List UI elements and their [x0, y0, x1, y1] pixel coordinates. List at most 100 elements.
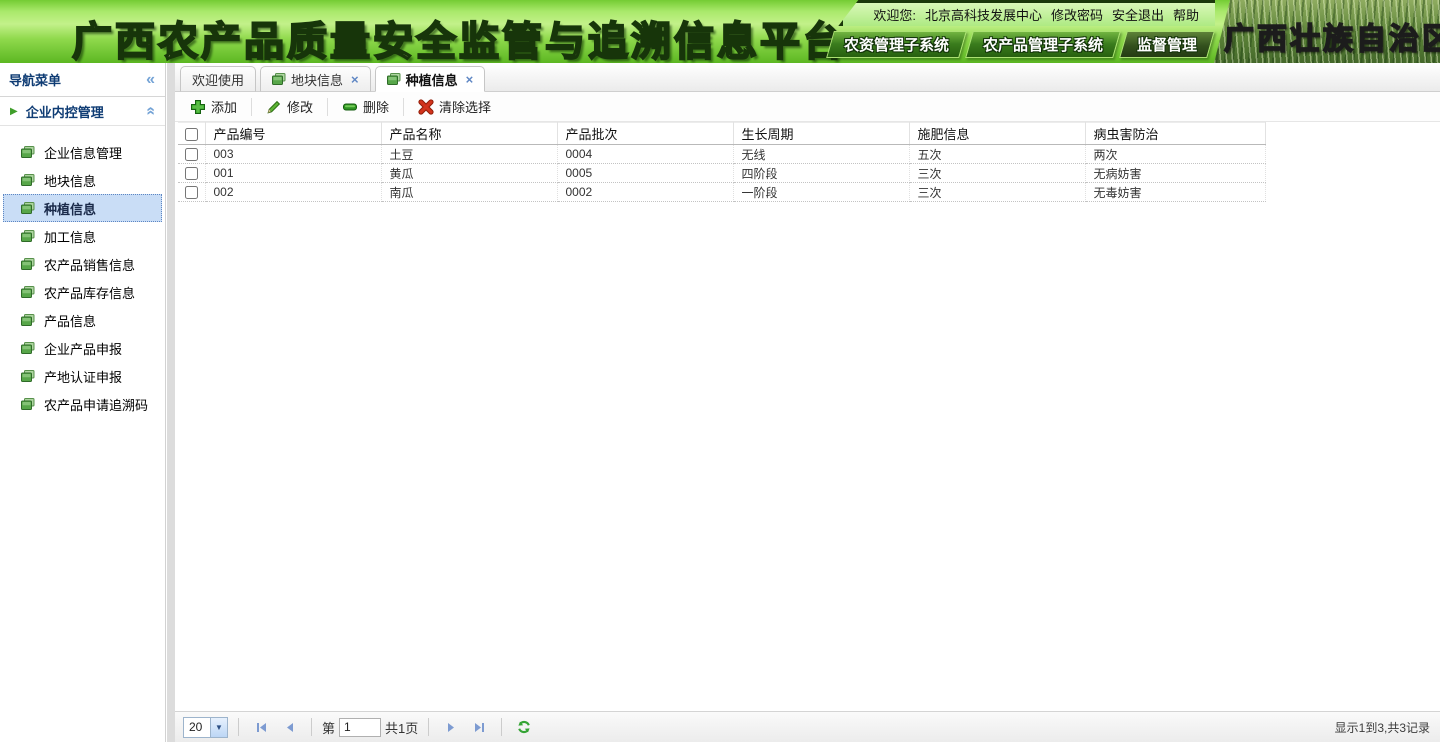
sidebar-item-plot-info[interactable]: 地块信息 — [0, 166, 165, 194]
table-header-row: 产品编号 产品名称 产品批次 生长周期 施肥信息 病虫害防治 — [178, 123, 1265, 145]
subsystem-tab-label: 农产品管理子系统 — [983, 34, 1103, 55]
tab-welcome[interactable]: 欢迎使用 — [180, 66, 256, 92]
last-page-button[interactable] — [467, 716, 491, 738]
column-header-pest-control[interactable]: 病虫害防治 — [1085, 123, 1265, 145]
column-header-fertilization[interactable]: 施肥信息 — [909, 123, 1085, 145]
close-icon[interactable]: × — [351, 72, 359, 87]
accordion-collapse-icon[interactable]: « — [143, 107, 159, 116]
next-page-button[interactable] — [439, 716, 463, 738]
cell-growth-cycle: 无线 — [733, 145, 909, 164]
tab-plot-info[interactable]: 地块信息 × — [260, 66, 371, 92]
refresh-button[interactable] — [512, 716, 536, 738]
row-checkbox[interactable] — [185, 186, 198, 199]
main-content: 欢迎使用 地块信息 × 种植信息 × 添加 修改 — [175, 63, 1440, 742]
chevron-down-icon: ▼ — [210, 718, 227, 737]
cell-product-batch: 0004 — [557, 145, 733, 164]
folder-icon — [21, 370, 35, 382]
nav-panel-title: 导航菜单 — [9, 70, 61, 89]
logout-link[interactable]: 安全退出 — [1112, 5, 1164, 24]
column-header-product-name[interactable]: 产品名称 — [381, 123, 557, 145]
folder-icon — [21, 230, 35, 242]
tab-label: 种植信息 — [406, 70, 458, 89]
select-all-checkbox[interactable] — [185, 128, 198, 141]
delete-button[interactable]: 删除 — [333, 95, 398, 119]
tab-planting-info[interactable]: 种植信息 × — [375, 66, 486, 92]
sidebar-item-label: 地块信息 — [44, 171, 96, 190]
table-row[interactable]: 002 南瓜 0002 一阶段 三次 无毒妨害 — [178, 183, 1265, 202]
cell-product-code: 001 — [205, 164, 381, 183]
table-row[interactable]: 001 黄瓜 0005 四阶段 三次 无病妨害 — [178, 164, 1265, 183]
content-tabbar: 欢迎使用 地块信息 × 种植信息 × — [175, 63, 1440, 92]
column-header-product-code[interactable]: 产品编号 — [205, 123, 381, 145]
tab-label: 欢迎使用 — [192, 70, 244, 89]
product-table: 产品编号 产品名称 产品批次 生长周期 施肥信息 病虫害防治 003 土豆 00… — [178, 122, 1266, 202]
folder-icon — [272, 73, 286, 85]
first-page-icon — [255, 721, 268, 734]
add-icon — [190, 99, 206, 115]
cell-pest-control: 两次 — [1085, 145, 1265, 164]
org-name: 北京高科技发展中心 — [925, 5, 1042, 24]
pager-separator — [428, 718, 429, 736]
subsystem-tab-supervision[interactable]: 监督管理 — [1119, 31, 1215, 58]
page-size-value: 20 — [184, 720, 210, 734]
sidebar-item-enterprise-info[interactable]: 企业信息管理 — [0, 138, 165, 166]
edit-button[interactable]: 修改 — [257, 95, 322, 119]
row-checkbox[interactable] — [185, 167, 198, 180]
sidebar-item-processing-info[interactable]: 加工信息 — [0, 222, 165, 250]
delete-icon — [342, 99, 358, 115]
sidebar-item-product-declaration[interactable]: 企业产品申报 — [0, 334, 165, 362]
accordion-header-internal-control[interactable]: ▶ 企业内控管理 « — [0, 97, 165, 126]
subsystem-tabs: 农资管理子系统 农产品管理子系统 监督管理 — [830, 31, 1211, 58]
edit-icon — [266, 99, 282, 115]
cell-product-name: 黄瓜 — [381, 164, 557, 183]
clear-selection-button[interactable]: 清除选择 — [409, 95, 500, 119]
folder-icon — [21, 314, 35, 326]
sidebar-item-trace-code-request[interactable]: 农产品申请追溯码 — [0, 390, 165, 418]
column-header-product-batch[interactable]: 产品批次 — [557, 123, 733, 145]
subsystem-tab-agri-materials[interactable]: 农资管理子系统 — [826, 31, 967, 58]
cell-fertilization: 五次 — [909, 145, 1085, 164]
cell-product-name: 南瓜 — [381, 183, 557, 202]
prev-page-icon — [283, 721, 296, 734]
folder-icon — [21, 286, 35, 298]
table-row[interactable]: 003 土豆 0004 无线 五次 两次 — [178, 145, 1265, 164]
welcome-prefix: 欢迎您: — [873, 5, 916, 24]
toolbar-separator — [251, 98, 252, 116]
page-number-input[interactable] — [339, 718, 381, 737]
close-icon[interactable]: × — [466, 72, 474, 87]
first-page-button[interactable] — [249, 716, 273, 738]
folder-icon — [21, 342, 35, 354]
button-label: 删除 — [363, 97, 389, 116]
clear-selection-icon — [418, 99, 434, 115]
button-label: 修改 — [287, 97, 313, 116]
change-password-link[interactable]: 修改密码 — [1051, 5, 1103, 24]
expand-arrow-icon: ▶ — [10, 106, 18, 117]
sidebar-item-planting-info[interactable]: 种植信息 — [3, 194, 162, 222]
wheat-field-photo: 广西壮族自治区 — [1214, 0, 1440, 63]
sidebar-item-origin-certification[interactable]: 产地认证申报 — [0, 362, 165, 390]
pagination-bar: 20 ▼ 第 共1页 显示1到3, — [175, 711, 1440, 742]
next-page-icon — [445, 721, 458, 734]
app-header: 广西农产品质量安全监管与追溯信息平台 欢迎您: 北京高科技发展中心 修改密码 安… — [0, 0, 1440, 63]
page-size-select[interactable]: 20 ▼ — [183, 717, 228, 738]
sidebar-item-product-info[interactable]: 产品信息 — [0, 306, 165, 334]
column-header-growth-cycle[interactable]: 生长周期 — [733, 123, 909, 145]
add-button[interactable]: 添加 — [181, 95, 246, 119]
row-checkbox[interactable] — [185, 148, 198, 161]
sidebar-item-inventory-info[interactable]: 农产品库存信息 — [0, 278, 165, 306]
cell-growth-cycle: 四阶段 — [733, 164, 909, 183]
sidebar-collapse-icon[interactable]: « — [146, 72, 155, 88]
folder-icon — [21, 398, 35, 410]
last-page-icon — [473, 721, 486, 734]
navigation-sidebar: 导航菜单 « ▶ 企业内控管理 « 企业信息管理 地块信息 种植信息 加工信息 — [0, 63, 166, 742]
subsystem-tab-agri-products[interactable]: 农产品管理子系统 — [965, 31, 1121, 58]
prev-page-button[interactable] — [277, 716, 301, 738]
cell-product-code: 002 — [205, 183, 381, 202]
cell-product-batch: 0005 — [557, 164, 733, 183]
sidebar-item-label: 农产品销售信息 — [44, 255, 135, 274]
sidebar-splitter[interactable] — [167, 63, 175, 742]
region-banner: 广西壮族自治区 — [1224, 14, 1440, 58]
sidebar-item-sales-info[interactable]: 农产品销售信息 — [0, 250, 165, 278]
cell-fertilization: 三次 — [909, 164, 1085, 183]
help-link[interactable]: 帮助 — [1173, 5, 1199, 24]
